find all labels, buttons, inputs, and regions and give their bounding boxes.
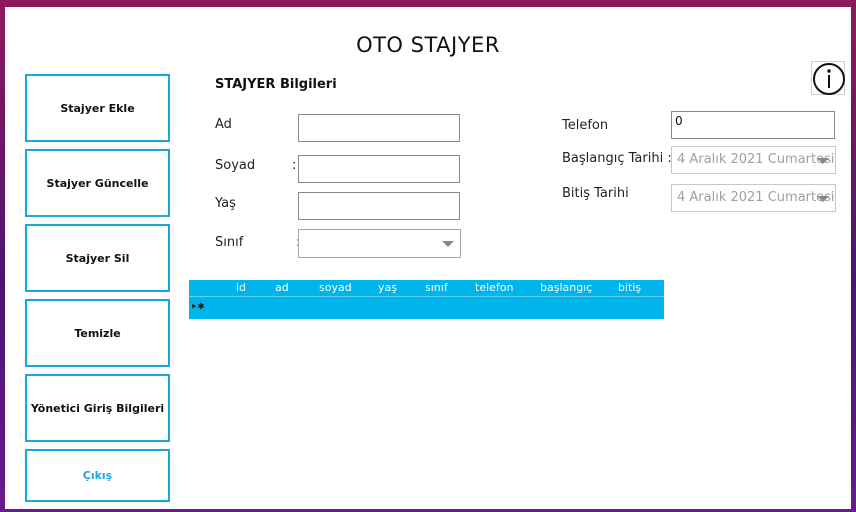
info-icon bbox=[813, 63, 845, 95]
start-date-picker[interactable]: 4 Aralık 2021 Cumartesi bbox=[671, 146, 836, 174]
start-date-label: Başlangıç Tarihi : bbox=[562, 151, 672, 166]
interns-grid[interactable]: id ad soyad yaş sınıf telefon başlangıç … bbox=[189, 280, 664, 319]
column-header-soyad[interactable]: soyad bbox=[319, 281, 352, 294]
info-button[interactable] bbox=[811, 61, 845, 95]
app-title: OTO STAJYER bbox=[356, 33, 500, 57]
column-header-bitis[interactable]: bitiş bbox=[618, 281, 641, 294]
clear-button[interactable]: Temizle bbox=[25, 299, 170, 367]
exit-button[interactable]: Çıkış bbox=[25, 449, 170, 502]
admin-login-info-button[interactable]: Yönetici Giriş Bilgileri bbox=[25, 374, 170, 442]
class-select[interactable] bbox=[298, 229, 461, 258]
phone-input[interactable]: 0 bbox=[671, 111, 835, 139]
chevron-down-icon bbox=[817, 158, 829, 164]
new-row-indicator[interactable]: ▸✱ bbox=[191, 299, 204, 312]
column-header-yas[interactable]: yaş bbox=[378, 281, 397, 294]
update-intern-button[interactable]: Stajyer Güncelle bbox=[25, 149, 170, 217]
main-window: OTO STAJYER Stajyer Ekle Stajyer Güncell… bbox=[5, 7, 851, 509]
column-header-ad[interactable]: ad bbox=[275, 281, 289, 294]
column-header-baslangic[interactable]: başlangıç bbox=[540, 281, 592, 294]
end-date-label: Bitiş Tarihi bbox=[562, 186, 629, 201]
name-input[interactable] bbox=[298, 114, 460, 142]
column-header-id[interactable]: id bbox=[236, 281, 246, 294]
end-date-picker[interactable]: 4 Aralık 2021 Cumartesi bbox=[671, 184, 836, 212]
age-label: Yaş bbox=[215, 196, 236, 211]
add-intern-button[interactable]: Stajyer Ekle bbox=[25, 74, 170, 142]
name-label: Ad bbox=[215, 117, 232, 132]
chevron-down-icon bbox=[442, 241, 454, 247]
chevron-down-icon bbox=[817, 196, 829, 202]
surname-colon: : bbox=[292, 158, 297, 173]
start-date-value: 4 Aralık 2021 Cumartesi bbox=[677, 152, 835, 167]
phone-label: Telefon bbox=[562, 118, 609, 133]
age-input[interactable] bbox=[298, 192, 460, 220]
column-header-telefon[interactable]: telefon bbox=[475, 281, 513, 294]
delete-intern-button[interactable]: Stajyer Sil bbox=[25, 224, 170, 292]
column-header-sinif[interactable]: sınıf bbox=[425, 281, 448, 294]
end-date-value: 4 Aralık 2021 Cumartesi bbox=[677, 190, 835, 205]
class-label: Sınıf bbox=[215, 235, 244, 250]
surname-label: Soyad bbox=[215, 158, 256, 173]
grid-header: id ad soyad yaş sınıf telefon başlangıç … bbox=[189, 280, 664, 297]
surname-input[interactable] bbox=[298, 155, 460, 183]
section-title: STAJYER Bilgileri bbox=[215, 77, 337, 92]
